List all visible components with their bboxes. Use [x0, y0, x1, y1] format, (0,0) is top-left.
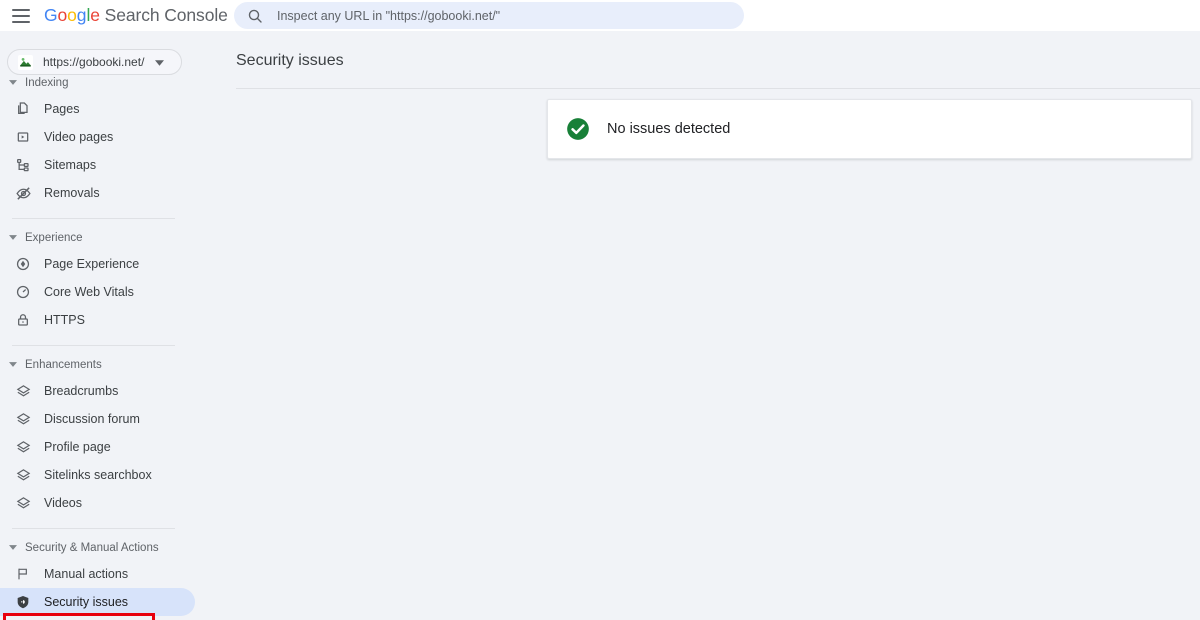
- property-selector[interactable]: https://gobooki.net/: [7, 49, 182, 75]
- chevron-down-icon: [155, 53, 164, 71]
- sidebar-item-label: Discussion forum: [44, 412, 140, 426]
- https-lock-icon: [14, 311, 32, 329]
- sidebar-item-label: Manual actions: [44, 567, 129, 581]
- sidebar-item-sitemaps[interactable]: Sitemaps: [0, 151, 198, 179]
- app-brand-title: Google Search Console: [44, 5, 228, 26]
- sidebar-item-label: Pages: [44, 102, 80, 116]
- layers-icon: [14, 494, 32, 512]
- sidebar-section-header-security[interactable]: Security & Manual Actions: [0, 539, 198, 556]
- flag-icon: [14, 565, 32, 583]
- page-title: Security issues: [236, 52, 344, 69]
- pages-icon: [14, 100, 32, 118]
- core-web-vitals-gauge-icon: [14, 283, 32, 301]
- sidebar-item-label: Profile page: [44, 440, 111, 454]
- removals-eye-off-icon: [14, 184, 32, 202]
- sidebar-section-label: Security & Manual Actions: [25, 541, 159, 554]
- sidebar-navigation: https://gobooki.net/ Indexing Pages Vide…: [0, 31, 198, 620]
- brand-letter-e: e: [90, 5, 100, 25]
- sidebar-item-sitelinks-searchbox[interactable]: Sitelinks searchbox: [0, 461, 198, 489]
- url-inspection-search-bar[interactable]: [234, 2, 744, 29]
- sidebar-item-breadcrumbs[interactable]: Breadcrumbs: [0, 377, 198, 405]
- brand-letter-o1: o: [57, 5, 68, 25]
- video-pages-icon: [14, 128, 32, 146]
- sidebar-section-label: Enhancements: [25, 358, 102, 371]
- sidebar-section-header-experience[interactable]: Experience: [0, 229, 198, 246]
- top-app-bar: Google Search Console: [0, 0, 1200, 31]
- main-content: Security issues No issues detected: [198, 31, 1200, 620]
- layers-icon: [14, 438, 32, 456]
- sidebar-item-label: Page Experience: [44, 257, 140, 271]
- sidebar-item-core-web-vitals[interactable]: Core Web Vitals: [0, 278, 198, 306]
- layers-icon: [14, 382, 32, 400]
- page-experience-icon: [14, 255, 32, 273]
- sidebar-section-header-enhancements[interactable]: Enhancements: [0, 356, 198, 373]
- sidebar-item-manual-actions[interactable]: Manual actions: [0, 560, 198, 588]
- sidebar-item-https[interactable]: HTTPS: [0, 306, 198, 334]
- search-input[interactable]: [277, 5, 717, 26]
- sidebar-scroll-area[interactable]: Indexing Pages Video pages Sitemaps Remo…: [0, 77, 198, 620]
- caret-down-icon: [9, 80, 17, 85]
- brand-letter-g: G: [44, 5, 58, 25]
- brand-letter-g2: g: [76, 5, 87, 25]
- caret-down-icon: [9, 545, 17, 550]
- search-icon: [247, 8, 263, 24]
- sidebar-item-profile-page[interactable]: Profile page: [0, 433, 198, 461]
- title-divider: [236, 88, 1200, 89]
- layers-icon: [14, 466, 32, 484]
- sidebar-item-discussion-forum[interactable]: Discussion forum: [0, 405, 198, 433]
- sidebar-item-label: Video pages: [44, 130, 114, 144]
- hamburger-menu-icon[interactable]: [12, 8, 30, 23]
- sidebar-item-label: Core Web Vitals: [44, 285, 134, 299]
- sidebar-divider: [12, 345, 175, 346]
- sidebar-item-label: Removals: [44, 186, 100, 200]
- status-message: No issues detected: [607, 121, 731, 137]
- sidebar-item-label: Videos: [44, 496, 82, 510]
- check-circle-icon: [565, 116, 591, 142]
- security-status-card: No issues detected: [547, 99, 1192, 159]
- site-favicon-icon: [18, 54, 33, 70]
- sidebar-item-label: HTTPS: [44, 313, 85, 327]
- brand-suffix: Search Console: [99, 5, 228, 25]
- sidebar-item-videos[interactable]: Videos: [0, 489, 198, 517]
- sidebar-section-header-indexing[interactable]: Indexing: [0, 74, 198, 91]
- sidebar-item-label: Sitelinks searchbox: [44, 468, 152, 482]
- layers-icon: [14, 410, 32, 428]
- sidebar-divider: [12, 528, 175, 529]
- sidebar-item-page-experience[interactable]: Page Experience: [0, 250, 198, 278]
- brand-letter-o2: o: [67, 5, 77, 25]
- sidebar-section-label: Indexing: [25, 76, 69, 89]
- sidebar-divider: [12, 218, 175, 219]
- sidebar-item-pages[interactable]: Pages: [0, 95, 198, 123]
- sidebar-item-security-issues[interactable]: Security issues: [0, 588, 198, 616]
- sitemaps-icon: [14, 156, 32, 174]
- shield-icon: [14, 593, 32, 611]
- caret-down-icon: [9, 235, 17, 240]
- property-url-label: https://gobooki.net/: [43, 55, 145, 69]
- sidebar-item-label: Security issues: [44, 595, 129, 609]
- sidebar-item-video-pages[interactable]: Video pages: [0, 123, 198, 151]
- caret-down-icon: [9, 362, 17, 367]
- sidebar-item-label: Sitemaps: [44, 158, 97, 172]
- sidebar-item-label: Breadcrumbs: [44, 384, 119, 398]
- sidebar-item-removals[interactable]: Removals: [0, 179, 198, 207]
- sidebar-section-label: Experience: [25, 231, 83, 244]
